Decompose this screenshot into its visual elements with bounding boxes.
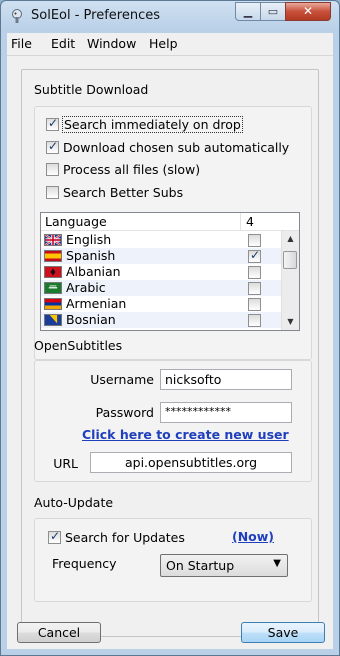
checkmark-icon: ✓ bbox=[250, 248, 261, 262]
language-list[interactable]: Language 4 English Spanish ✓ Albanian Ar… bbox=[40, 212, 300, 331]
language-name: Armenian bbox=[66, 296, 127, 311]
language-name: Arabic bbox=[66, 280, 106, 295]
opensubtitles-label: OpenSubtitles bbox=[34, 338, 123, 353]
arabic-flag-icon bbox=[44, 282, 62, 294]
language-checkbox-spanish[interactable]: ✓ bbox=[248, 248, 261, 263]
close-button[interactable]: ✕ bbox=[285, 2, 331, 21]
create-user-link[interactable]: Click here to create new user bbox=[82, 427, 289, 442]
close-icon: ✕ bbox=[302, 4, 314, 18]
auto-download-option[interactable]: ✓ Download chosen sub automatically bbox=[46, 138, 289, 156]
search-on-drop-checkbox[interactable]: ✓ bbox=[46, 115, 59, 131]
title-bar[interactable]: SolEol - Preferences ▁ ▭ ✕ bbox=[1, 1, 339, 31]
uk-flag-icon bbox=[44, 234, 62, 246]
language-checkbox-bosnian[interactable] bbox=[248, 314, 261, 327]
language-list-header: Language 4 bbox=[41, 213, 299, 231]
language-row-spanish[interactable]: Spanish ✓ bbox=[41, 248, 281, 264]
search-better-label: Search Better Subs bbox=[63, 184, 184, 200]
checkmark-icon: ✓ bbox=[50, 528, 61, 543]
password-field[interactable]: ************ bbox=[160, 402, 292, 423]
menu-bar: File Edit Window Help bbox=[7, 33, 333, 56]
language-name: English bbox=[66, 232, 112, 247]
password-label: Password bbox=[95, 405, 154, 420]
language-row-english[interactable]: English bbox=[41, 232, 281, 248]
menu-edit[interactable]: Edit bbox=[51, 36, 75, 51]
username-field[interactable]: nicksofto bbox=[160, 369, 292, 390]
auto-download-checkbox[interactable]: ✓ bbox=[46, 138, 59, 154]
maximize-button[interactable]: ▭ bbox=[260, 2, 286, 21]
menu-help[interactable]: Help bbox=[149, 36, 178, 51]
language-row-arabic[interactable]: Arabic bbox=[41, 280, 281, 296]
process-all-checkbox[interactable] bbox=[46, 162, 59, 176]
count-column-header[interactable]: 4 bbox=[246, 214, 254, 229]
language-name: Bosnian bbox=[66, 312, 116, 327]
search-updates-checkbox[interactable]: ✓ bbox=[48, 528, 61, 544]
auto-download-label: Download chosen sub automatically bbox=[63, 139, 290, 155]
dropdown-arrow-icon: ▼ bbox=[273, 558, 281, 569]
cancel-button[interactable]: Cancel bbox=[17, 622, 101, 643]
search-better-option[interactable]: Search Better Subs bbox=[46, 183, 183, 201]
maximize-icon: ▭ bbox=[267, 5, 279, 18]
window-title: SolEol - Preferences bbox=[31, 8, 161, 23]
search-better-checkbox[interactable] bbox=[46, 185, 59, 199]
frequency-select[interactable]: On Startup ▼ bbox=[160, 554, 288, 577]
armenia-flag-icon bbox=[44, 298, 62, 310]
preferences-panel: Subtitle Download ✓ Search immediately o… bbox=[21, 69, 319, 637]
search-on-drop-label: Search immediately on drop bbox=[62, 115, 243, 133]
language-column-header[interactable]: Language bbox=[45, 214, 107, 229]
language-name: Albanian bbox=[66, 264, 121, 279]
scroll-thumb[interactable] bbox=[283, 251, 297, 269]
url-field[interactable]: api.opensubtitles.org bbox=[90, 452, 292, 473]
language-name: Spanish bbox=[66, 248, 116, 263]
minimize-icon: ▁ bbox=[243, 5, 253, 18]
search-on-drop-option[interactable]: ✓ Search immediately on drop bbox=[46, 115, 243, 133]
language-checkbox-albanian[interactable] bbox=[248, 266, 261, 279]
menu-window[interactable]: Window bbox=[87, 36, 136, 51]
checkmark-icon: ✓ bbox=[48, 115, 59, 130]
preferences-window: SolEol - Preferences ▁ ▭ ✕ File Edit Win… bbox=[0, 0, 340, 656]
column-divider bbox=[240, 213, 241, 230]
language-checkbox-english[interactable] bbox=[248, 234, 261, 247]
checkmark-icon: ✓ bbox=[48, 138, 59, 153]
process-all-label: Process all files (slow) bbox=[63, 161, 201, 177]
scroll-up-icon[interactable]: ▲ bbox=[282, 234, 299, 243]
url-label: URL bbox=[53, 456, 78, 471]
search-updates-option[interactable]: ✓ Search for Updates bbox=[48, 528, 185, 546]
frequency-value: On Startup bbox=[166, 558, 235, 573]
update-now-link[interactable]: (Now) bbox=[232, 529, 274, 544]
save-button[interactable]: Save bbox=[241, 622, 325, 643]
bosnia-flag-icon bbox=[44, 314, 62, 326]
search-updates-label: Search for Updates bbox=[65, 529, 185, 545]
process-all-option[interactable]: Process all files (slow) bbox=[46, 160, 200, 178]
frequency-label: Frequency bbox=[52, 556, 117, 571]
subtitle-download-label: Subtitle Download bbox=[34, 82, 149, 97]
scroll-down-icon[interactable]: ▼ bbox=[282, 317, 299, 326]
minimize-button[interactable]: ▁ bbox=[235, 2, 261, 21]
language-list-scrollbar[interactable]: ▲ ▼ bbox=[281, 231, 299, 330]
spain-flag-icon bbox=[44, 250, 62, 262]
language-checkbox-arabic[interactable] bbox=[248, 282, 261, 295]
auto-update-label: Auto-Update bbox=[34, 495, 114, 510]
username-label: Username bbox=[90, 372, 154, 387]
language-row-albanian[interactable]: Albanian bbox=[41, 264, 281, 280]
language-row-armenian[interactable]: Armenian bbox=[41, 296, 281, 312]
language-checkbox-armenian[interactable] bbox=[248, 298, 261, 311]
menu-file[interactable]: File bbox=[11, 36, 32, 51]
language-row-bosnian[interactable]: Bosnian bbox=[41, 312, 281, 328]
client-area: Subtitle Download ✓ Search immediately o… bbox=[7, 56, 333, 649]
app-icon bbox=[12, 9, 22, 23]
albania-flag-icon bbox=[44, 266, 62, 278]
